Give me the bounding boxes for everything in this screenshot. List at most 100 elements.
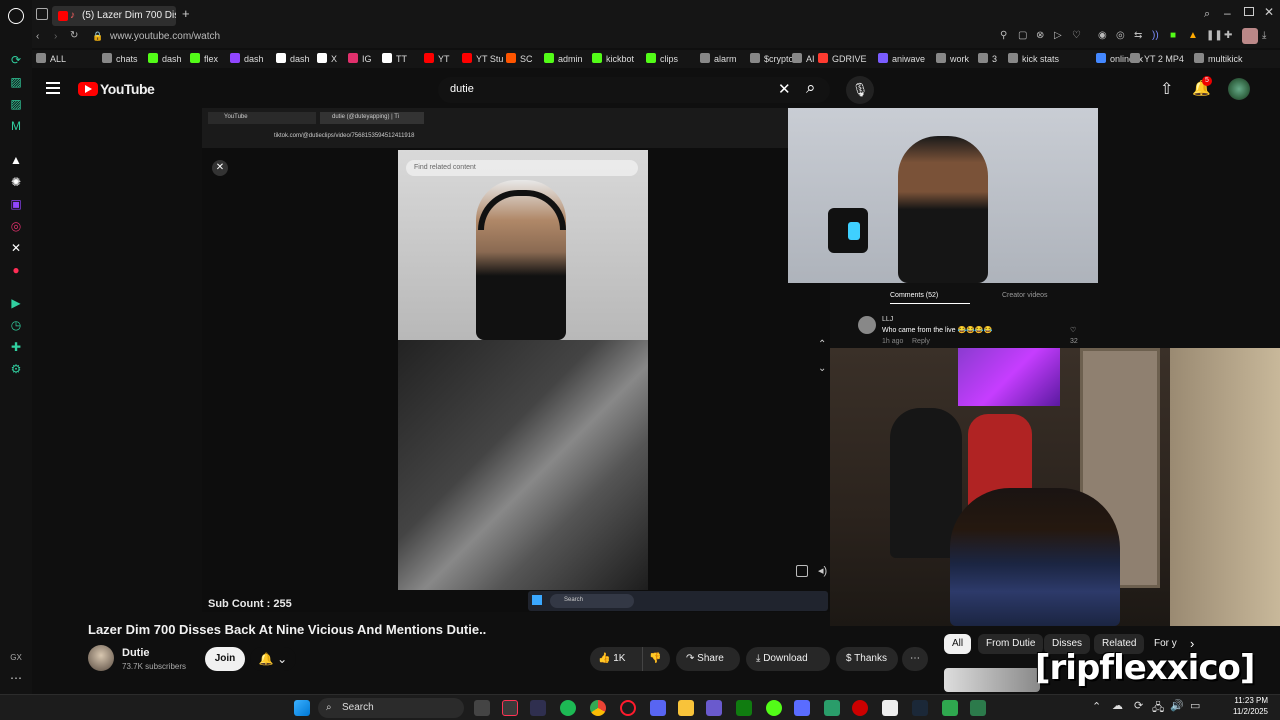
account-avatar[interactable] <box>1228 78 1250 100</box>
app5-icon[interactable] <box>942 700 958 716</box>
app3-icon[interactable] <box>824 700 840 716</box>
profile-avatar[interactable] <box>1242 28 1258 44</box>
opera-gx-taskbar-icon[interactable] <box>502 700 518 716</box>
extensions-puzzle-icon[interactable]: ✚ <box>1224 30 1232 41</box>
gx-control-icon[interactable]: ▨ <box>8 96 24 112</box>
app4-icon[interactable] <box>852 700 868 716</box>
heart-icon[interactable]: ♡ <box>1072 30 1081 41</box>
twitch-icon[interactable]: ▣ <box>8 196 24 212</box>
thanks-button[interactable]: $ Thanks <box>836 647 898 671</box>
pin-icon[interactable]: ⚲ <box>1000 30 1007 41</box>
messenger-icon[interactable]: M <box>8 118 24 134</box>
chatgpt-icon[interactable]: ✺ <box>8 174 24 190</box>
volume-tray-icon[interactable]: 🔊 <box>1170 699 1184 712</box>
download-icon[interactable]: ⤓ <box>1262 30 1266 41</box>
share-button[interactable]: ↷ Share <box>676 647 740 671</box>
channel-avatar[interactable] <box>88 645 114 671</box>
clock-time[interactable]: 11:23 PM <box>1226 696 1268 705</box>
file-explorer-icon[interactable] <box>678 700 694 716</box>
refresh-sidebar-icon[interactable]: ⟳ <box>8 52 24 68</box>
bookmark-item[interactable]: clips <box>646 53 678 64</box>
kick-ext-icon[interactable]: ■ <box>1170 30 1176 41</box>
bookmark-item[interactable]: kick stats <box>1008 53 1059 64</box>
volume-icon[interactable]: ◂) <box>818 564 827 577</box>
capcut-icon[interactable] <box>882 700 898 716</box>
discord-icon[interactable] <box>650 700 666 716</box>
bookmark-item[interactable]: dash <box>230 53 264 64</box>
bookmark-item[interactable]: IG <box>348 53 372 64</box>
bookmark-item[interactable]: work <box>936 53 969 64</box>
bookmark-item[interactable]: flex <box>190 53 218 64</box>
steam-icon[interactable] <box>912 700 928 716</box>
chip-all[interactable]: All <box>944 634 972 654</box>
taskbar-search[interactable]: ⌕ Search <box>318 698 464 718</box>
bookmark-item[interactable]: $crypto <box>750 53 794 64</box>
app-taskbar-icon[interactable] <box>530 700 546 716</box>
translate-icon[interactable]: ⇆ <box>1134 30 1142 41</box>
history-icon[interactable]: ◷ <box>8 317 24 333</box>
clock-date[interactable]: 11/2/2025 <box>1226 707 1268 716</box>
download-button[interactable]: ⤓ Download <box>746 647 830 671</box>
play-icon[interactable]: ▷ <box>1054 30 1062 41</box>
sync-icon[interactable]: ⟳ <box>1134 699 1143 712</box>
url-field[interactable]: www.youtube.com/watch <box>110 31 220 42</box>
bookmark-item[interactable]: dash <box>276 53 310 64</box>
fire-icon[interactable]: ▲ <box>1188 30 1198 41</box>
onedrive-icon[interactable]: ☁ <box>1112 699 1123 712</box>
bookmark-item[interactable]: dash <box>148 53 182 64</box>
snapshot-icon[interactable]: ▢ <box>1018 30 1027 41</box>
tray-chevron-icon[interactable]: ⌃ <box>1092 700 1101 713</box>
bookmark-item[interactable]: 3 <box>978 53 997 64</box>
search-tabs-icon[interactable]: ⌕ <box>1204 8 1210 21</box>
bookmark-item[interactable]: admin <box>544 53 583 64</box>
bookmark-item[interactable]: X <box>317 53 337 64</box>
reload-icon[interactable]: ↻ <box>70 30 78 41</box>
upload-icon[interactable]: ⇧ <box>1160 79 1173 99</box>
xbox-icon[interactable] <box>736 700 752 716</box>
pause-icon[interactable]: ❚❚ <box>1206 30 1223 41</box>
miniplayer-icon[interactable] <box>796 565 808 577</box>
extensions-icon[interactable]: ✚ <box>8 339 24 355</box>
network-icon[interactable]: 🖧 <box>1152 699 1164 718</box>
dislike-button[interactable]: 👎 <box>642 647 670 671</box>
youtube-logo-text[interactable]: YouTube <box>100 81 155 97</box>
back-icon[interactable]: ‹ <box>36 31 39 42</box>
aria-icon[interactable]: ▲ <box>8 152 24 168</box>
player-icon[interactable]: ▶ <box>8 295 24 311</box>
subscribe-bell-button[interactable]: 🔔 ⌄ <box>250 647 296 671</box>
kick-icon[interactable] <box>766 700 782 716</box>
tab-menu-icon[interactable] <box>36 8 48 20</box>
gamepad-icon[interactable] <box>794 700 810 716</box>
spotify-icon[interactable] <box>560 700 576 716</box>
bookmark-item[interactable]: YT 2 MP4 <box>1130 53 1184 64</box>
channel-name[interactable]: Dutie <box>122 647 150 659</box>
chrome-icon[interactable] <box>590 700 606 716</box>
voice-search-icon[interactable]: 🎙 <box>846 76 874 104</box>
settings-icon[interactable]: ⚙ <box>8 361 24 377</box>
join-button[interactable]: Join <box>205 647 245 671</box>
tab-youtube-active[interactable]: ♪ (5) Lazer Dim 700 Dis <box>52 6 176 26</box>
forward-icon[interactable]: › <box>54 31 57 42</box>
new-tab-button[interactable]: + <box>182 6 190 21</box>
bookmark-item[interactable]: kickbot <box>592 53 634 64</box>
search-input[interactable]: dutie <box>438 77 830 103</box>
youtube-logo-icon[interactable] <box>78 82 98 96</box>
hamburger-menu-icon[interactable] <box>46 82 60 94</box>
bookmark-item[interactable]: aniwave <box>878 53 925 64</box>
bookmark-item[interactable]: YT Stu <box>462 53 503 64</box>
windows-start-icon[interactable] <box>294 700 310 716</box>
clear-search-icon[interactable]: ✕ <box>778 80 791 98</box>
like-button[interactable]: 👍 1K <box>590 647 642 671</box>
bookmark-item[interactable]: AI <box>792 53 815 64</box>
battery-icon[interactable]: ▭ <box>1190 699 1200 712</box>
instagram-icon[interactable]: ◎ <box>8 218 24 234</box>
more-actions-button[interactable]: ⋯ <box>902 647 928 671</box>
bookmark-item[interactable]: ALL <box>36 53 66 64</box>
bookmark-item[interactable]: SC <box>506 53 533 64</box>
chip-from-dutie[interactable]: From Dutie <box>978 634 1044 654</box>
block-icon[interactable]: ⊗ <box>1036 30 1044 41</box>
opera-icon[interactable] <box>620 700 636 716</box>
search-icon[interactable]: ⌕ <box>806 78 816 98</box>
youtube-music-icon[interactable]: ● <box>8 262 24 278</box>
vpn-icon[interactable]: ◉ <box>1098 30 1107 41</box>
